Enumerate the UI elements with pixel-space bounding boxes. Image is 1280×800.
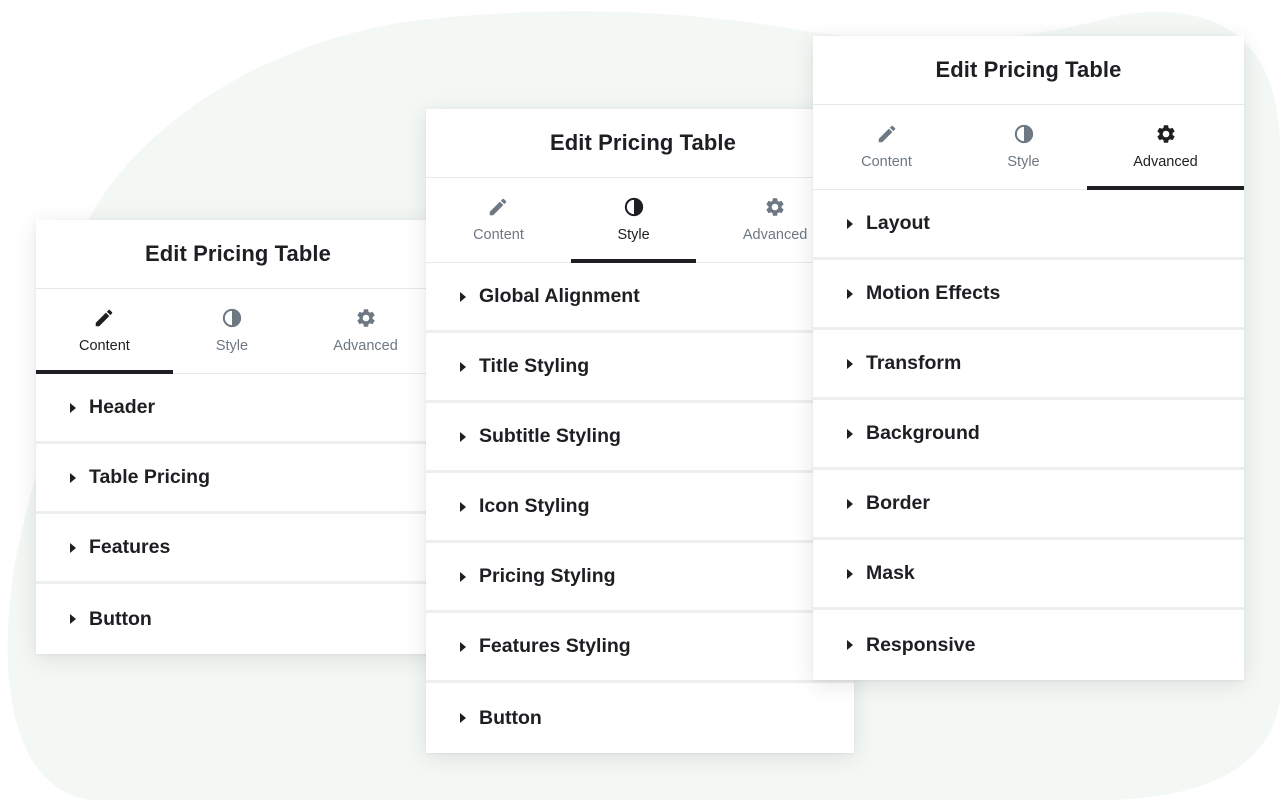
caret-right-icon xyxy=(460,291,466,302)
section-label: Border xyxy=(866,492,930,514)
panel-style: Edit Pricing Table Content Style Advance… xyxy=(426,109,860,753)
tab-bar: Content Style Advanced xyxy=(426,178,854,263)
section-features-styling[interactable]: Features Styling xyxy=(426,613,854,683)
caret-right-icon xyxy=(847,428,853,439)
panel-title: Edit Pricing Table xyxy=(426,109,860,178)
tab-style[interactable]: Style xyxy=(960,105,1087,189)
section-label: Layout xyxy=(866,212,930,234)
section-label: Background xyxy=(866,422,980,444)
section-border[interactable]: Border xyxy=(813,470,1244,540)
caret-right-icon xyxy=(460,641,466,652)
gear-icon xyxy=(763,195,787,219)
caret-right-icon xyxy=(847,288,853,299)
section-label: Subtitle Styling xyxy=(479,425,621,447)
half-circle-icon xyxy=(1012,122,1036,146)
section-responsive[interactable]: Responsive xyxy=(813,610,1244,680)
caret-right-icon xyxy=(70,472,76,483)
section-label: Mask xyxy=(866,562,915,584)
section-header[interactable]: Header xyxy=(36,374,440,444)
pencil-icon xyxy=(875,122,899,146)
section-features[interactable]: Features xyxy=(36,514,440,584)
section-label: Table Pricing xyxy=(89,466,210,488)
caret-right-icon xyxy=(460,571,466,582)
tab-advanced[interactable]: Advanced xyxy=(1087,105,1244,190)
caret-right-icon xyxy=(70,402,76,413)
gear-icon xyxy=(354,306,378,330)
section-label: Title Styling xyxy=(479,355,590,377)
tab-label: Advanced xyxy=(742,227,808,243)
section-list: Layout Motion Effects Transform Backgrou… xyxy=(813,190,1244,680)
tab-label: Content xyxy=(861,154,912,170)
section-label: Pricing Styling xyxy=(479,565,616,587)
caret-right-icon xyxy=(847,640,853,650)
section-label: Transform xyxy=(866,352,962,374)
section-layout[interactable]: Layout xyxy=(813,190,1244,260)
tab-style[interactable]: Style xyxy=(173,289,291,373)
caret-right-icon xyxy=(847,358,853,369)
section-subtitle-styling[interactable]: Subtitle Styling xyxy=(426,403,854,473)
half-circle-icon xyxy=(622,195,646,219)
caret-right-icon xyxy=(460,713,466,723)
section-label: Motion Effects xyxy=(866,282,1001,304)
caret-right-icon xyxy=(847,498,853,509)
section-label: Responsive xyxy=(866,633,976,656)
tab-label: Content xyxy=(473,227,524,243)
section-pricing-styling[interactable]: Pricing Styling xyxy=(426,543,854,613)
caret-right-icon xyxy=(70,614,76,624)
panel-advanced: Edit Pricing Table Content Style Advance… xyxy=(813,36,1244,680)
section-button[interactable]: Button xyxy=(426,683,854,753)
tab-label: Style xyxy=(617,227,650,243)
section-list: Header Table Pricing Features Button xyxy=(36,374,440,654)
tab-bar: Content Style Advanced xyxy=(813,105,1244,190)
caret-right-icon xyxy=(460,361,466,372)
tab-content[interactable]: Content xyxy=(36,289,173,374)
pencil-icon xyxy=(486,195,510,219)
section-icon-styling[interactable]: Icon Styling xyxy=(426,473,854,543)
section-list: Global Alignment Title Styling Subtitle … xyxy=(426,263,854,753)
section-label: Header xyxy=(89,396,156,418)
half-circle-icon xyxy=(220,306,244,330)
tab-label: Advanced xyxy=(333,338,398,354)
section-global-alignment[interactable]: Global Alignment xyxy=(426,263,854,333)
section-transform[interactable]: Transform xyxy=(813,330,1244,400)
tab-advanced[interactable]: Advanced xyxy=(291,289,440,373)
panel-title: Edit Pricing Table xyxy=(36,220,440,289)
tab-content[interactable]: Content xyxy=(426,178,571,262)
caret-right-icon xyxy=(847,218,853,229)
caret-right-icon xyxy=(70,542,76,553)
pencil-icon xyxy=(92,306,116,330)
section-title-styling[interactable]: Title Styling xyxy=(426,333,854,403)
tab-style[interactable]: Style xyxy=(570,178,697,263)
section-label: Button xyxy=(479,706,542,729)
tab-content[interactable]: Content xyxy=(813,105,960,189)
section-motion-effects[interactable]: Motion Effects xyxy=(813,260,1244,330)
section-background[interactable]: Background xyxy=(813,400,1244,470)
tab-label: Style xyxy=(1007,154,1040,170)
tab-label: Content xyxy=(79,338,130,354)
tab-label: Style xyxy=(215,338,249,354)
section-label: Icon Styling xyxy=(479,495,590,517)
tab-bar: Content Style Advanced xyxy=(36,289,440,374)
caret-right-icon xyxy=(847,568,853,579)
caret-right-icon xyxy=(460,501,466,512)
section-button[interactable]: Button xyxy=(36,584,440,654)
section-label: Features xyxy=(89,536,171,558)
section-mask[interactable]: Mask xyxy=(813,540,1244,610)
section-label: Features Styling xyxy=(479,635,631,657)
caret-right-icon xyxy=(460,431,466,442)
section-table-pricing[interactable]: Table Pricing xyxy=(36,444,440,514)
panel-title: Edit Pricing Table xyxy=(813,36,1244,105)
tab-label: Advanced xyxy=(1133,154,1198,170)
section-label: Button xyxy=(89,607,152,630)
section-label: Global Alignment xyxy=(479,285,640,307)
gear-icon xyxy=(1154,122,1178,146)
panel-content: Edit Pricing Table Content Style Advance… xyxy=(36,220,440,654)
